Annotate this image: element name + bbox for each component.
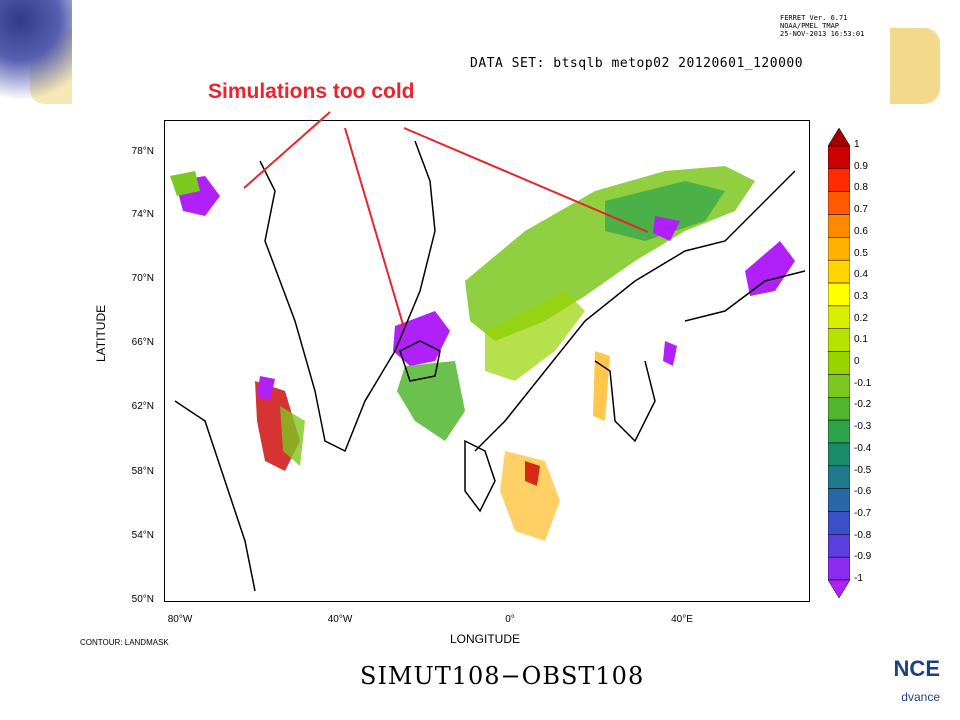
colorbar-tick-label: -0.1 — [854, 377, 872, 389]
partner-logo-sub: dvance — [901, 690, 940, 704]
colorbar-segment — [828, 328, 850, 352]
colorbar-tick-label: -0.9 — [854, 551, 872, 563]
lat-tick: 70°N — [131, 273, 154, 284]
y-axis-label: LATITUDE — [94, 304, 108, 362]
colorbar-tick-label: 0.2 — [854, 312, 868, 324]
colorbar-segment — [828, 168, 850, 192]
colorbar-tick-label: 0.4 — [854, 269, 868, 281]
colorbar-tick-label: -0.8 — [854, 529, 872, 541]
colorbar-tick-label: 0.9 — [854, 160, 868, 172]
colorbar-tick-label: 0 — [854, 356, 860, 367]
callout-arrows — [243, 111, 649, 329]
lon-tick: 40°W — [327, 614, 353, 625]
colorbar-tick-label: 0.7 — [854, 204, 868, 216]
colorbar-segment — [828, 534, 850, 558]
arrow-to-barents — [403, 127, 649, 233]
colorbar-top-triangle — [828, 128, 850, 147]
colorbar-segment — [828, 351, 850, 375]
colorbar-tick-label: 0.6 — [854, 225, 868, 237]
colorbar-tick-label: 1 — [854, 139, 860, 150]
colorbar-segment — [828, 511, 850, 535]
lon-tick: 40°E — [671, 614, 693, 625]
colorbar-tick-label: -0.3 — [854, 421, 872, 433]
colorbar-segment — [828, 419, 850, 444]
colorbar-tick-label: 0.8 — [854, 182, 868, 194]
colorbar-tick-label: -0.7 — [854, 507, 872, 519]
lat-tick: 74°N — [131, 209, 154, 220]
colorbar-tick-label: -0.4 — [854, 442, 872, 454]
colorbar-segment — [828, 397, 850, 421]
colorbar-segment — [828, 282, 850, 307]
colorbar-tick-label: 0.1 — [854, 334, 868, 346]
arrow-to-iceland — [344, 127, 405, 329]
callout-text: Simulations too cold — [208, 80, 415, 103]
colorbar-segment — [828, 145, 850, 170]
colorbar-segment — [828, 488, 850, 512]
lon-tick: 0° — [505, 614, 515, 625]
lat-tick: 54°N — [131, 530, 154, 541]
lat-tick: 66°N — [131, 337, 154, 348]
arrow-to-greenland — [243, 111, 331, 189]
colorbar-segment — [828, 214, 850, 238]
colorbar-segment — [828, 556, 850, 581]
colorbar-tick-label: 0.5 — [854, 247, 868, 259]
colorbar-tick-label: 0.3 — [854, 290, 868, 302]
colorbar-tick-label: -1 — [854, 573, 863, 584]
partner-logo: NCE — [893, 656, 940, 681]
colorbar-tick-label: -0.2 — [854, 399, 872, 411]
x-axis-label: LONGITUDE — [450, 632, 521, 646]
lat-tick: 58°N — [131, 466, 154, 477]
colorbar-tick-label: -0.5 — [854, 464, 872, 476]
colorbar-segment — [828, 305, 850, 329]
colorbar-tick-label: -0.6 — [854, 486, 872, 498]
lat-tick: 50°N — [131, 594, 154, 605]
lon-tick: 80°W — [167, 614, 193, 625]
colorbar-segment — [828, 237, 850, 261]
colorbar-segment — [828, 374, 850, 398]
colorbar-bottom-triangle — [828, 579, 850, 598]
colorbar-segment — [828, 465, 850, 489]
colorbar — [828, 128, 850, 598]
colorbar-segment — [828, 442, 850, 467]
contour-note: CONTOUR: LANDMASK — [80, 638, 169, 647]
colorbar-segment — [828, 259, 850, 284]
colorbar-segment — [828, 191, 850, 215]
lat-tick: 78°N — [131, 146, 154, 157]
plotted-expression: SIMUT108−OBST108 — [360, 662, 645, 690]
lat-tick: 62°N — [131, 401, 154, 412]
